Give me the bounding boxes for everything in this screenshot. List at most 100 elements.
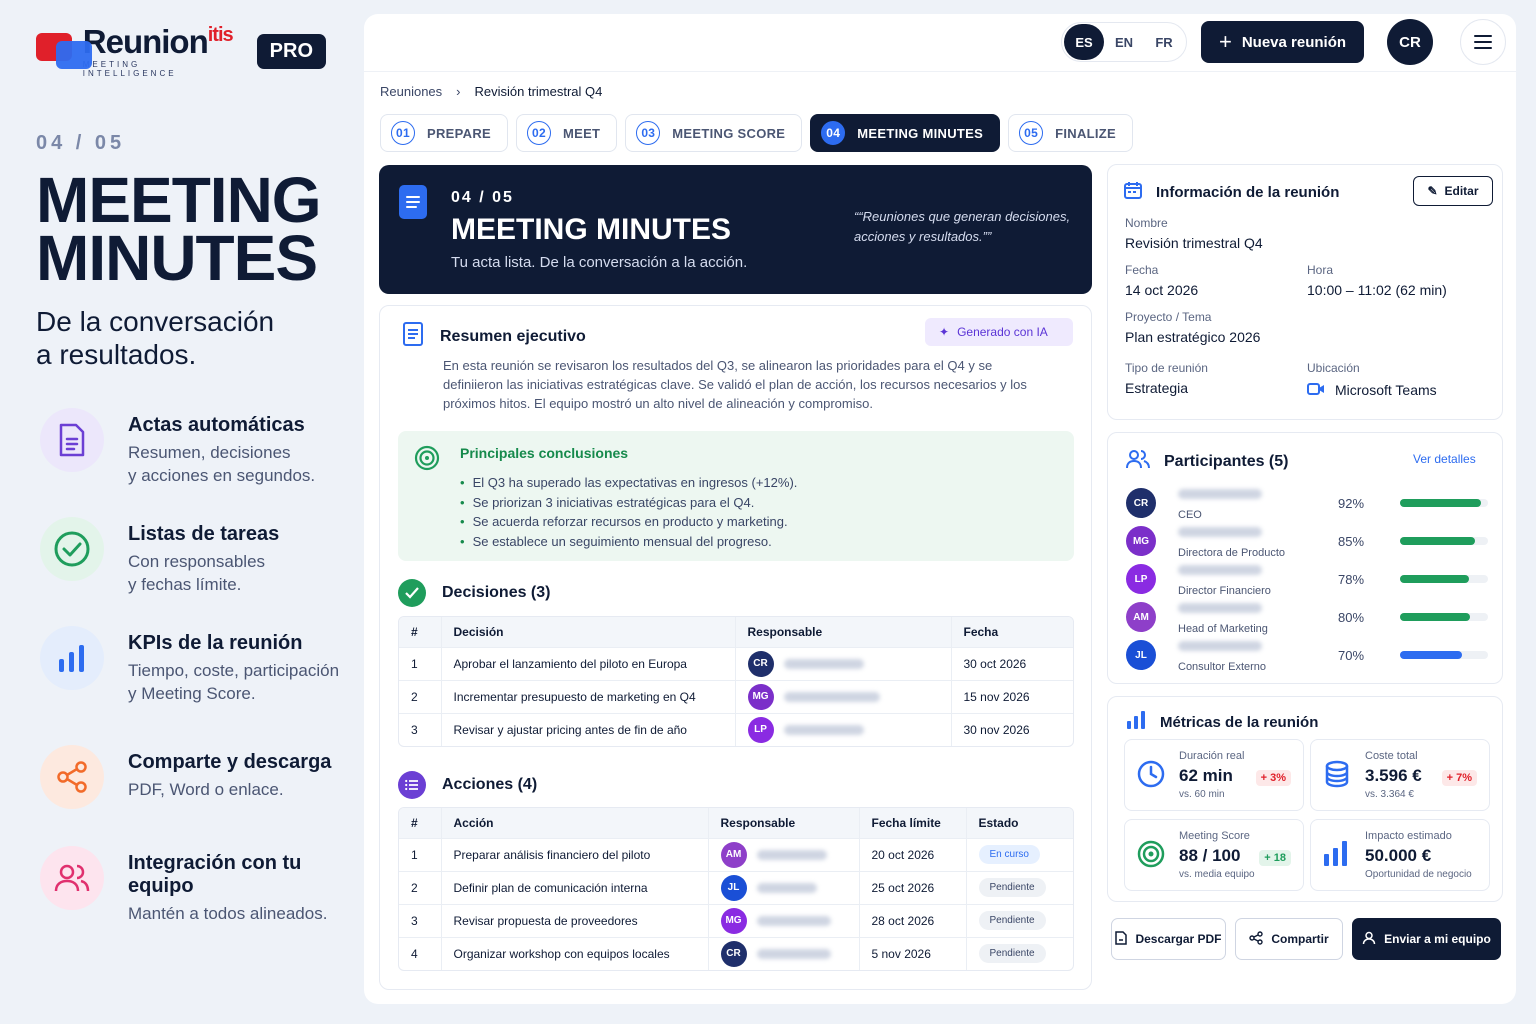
info-location: Microsoft Teams	[1335, 382, 1437, 398]
action-text: Definir plan de comunicación interna	[440, 870, 708, 904]
participation-bar-fill	[1400, 651, 1462, 659]
column-header: Responsable	[734, 617, 951, 647]
download-pdf-label: Descargar PDF	[1135, 932, 1222, 946]
participant-row[interactable]: MG Directora de Producto 85%	[1126, 523, 1488, 559]
avatar: AM	[1126, 602, 1156, 632]
column-header: Decisión	[440, 617, 735, 647]
avatar: MG	[747, 683, 774, 710]
pro-badge: PRO	[256, 33, 326, 69]
tab-number: 01	[391, 121, 415, 145]
participation-percent: 70%	[1338, 647, 1365, 663]
row-number: 1	[399, 646, 441, 680]
row-number: 3	[399, 903, 441, 937]
decision-text: Incrementar presupuesto de marketing en …	[440, 679, 735, 713]
participation-bar-fill	[1400, 499, 1481, 507]
tab-meeting-minutes[interactable]: 04 MEETING MINUTES	[810, 114, 1001, 152]
info-label: Nombre	[1125, 216, 1168, 230]
info-date: 14 oct 2026	[1125, 282, 1199, 298]
feature-desc: Con responsables	[128, 552, 266, 571]
feature-item: Comparte y descarga PDF, Word o enlace.	[40, 745, 360, 809]
table-row[interactable]: 2 Definir plan de comunicación interna JL 2…	[399, 870, 1073, 904]
info-project: Plan estratégico 2026	[1125, 329, 1261, 345]
download-pdf-button[interactable]: Descargar PDF	[1111, 918, 1226, 960]
metric-delta: + 3%	[1255, 770, 1291, 786]
table-row[interactable]: 3 Revisar propuesta de proveedores MG 28 oc…	[399, 903, 1073, 937]
tab-finalize[interactable]: 05 FINALIZE	[1008, 114, 1134, 152]
info-label: Hora	[1307, 263, 1334, 277]
list-icon	[398, 771, 426, 799]
column-header: Estado	[965, 808, 1073, 838]
chevron-right-icon: ›	[456, 84, 461, 99]
lang-fr[interactable]: FR	[1144, 24, 1184, 60]
feature-item: KPIs de la reunión Tiempo, coste, partici…	[40, 626, 360, 705]
redacted-name	[783, 658, 864, 669]
clock-icon	[1137, 760, 1165, 793]
participant-row[interactable]: AM Head of Marketing 80%	[1126, 599, 1488, 635]
metric-cost: Coste total 3.596 € vs. 3.364 € + 7%	[1310, 739, 1490, 811]
user-avatar[interactable]: CR	[1387, 19, 1433, 65]
row-number: 2	[399, 679, 441, 713]
participant-row[interactable]: CR CEO 92%	[1126, 485, 1488, 521]
redacted-name	[1178, 488, 1262, 499]
action-due-date: 25 oct 2026	[858, 870, 966, 904]
hamburger-menu-icon[interactable]	[1460, 19, 1506, 65]
hero-title: MEETING MINUTES	[451, 213, 732, 246]
participant-row[interactable]: LP Director Financiero 78%	[1126, 561, 1488, 597]
metric-value: 3.596 €	[1365, 766, 1422, 785]
avatar: MG	[720, 907, 747, 934]
status-badge: Pendiente	[978, 944, 1046, 964]
participant-row[interactable]: JL Consultor Externo 70%	[1126, 637, 1488, 673]
action-text: Organizar workshop con equipos locales	[440, 936, 708, 970]
info-label: Ubicación	[1307, 361, 1360, 375]
participation-bar	[1400, 613, 1488, 621]
share-button[interactable]: Compartir	[1235, 918, 1343, 960]
metric-label: Impacto estimado	[1365, 830, 1452, 842]
table-row[interactable]: 1 Preparar análisis financiero del piloto…	[399, 837, 1073, 871]
intro-step: 04 / 05	[36, 132, 126, 154]
table-row[interactable]: 2 Incrementar presupuesto de marketing en…	[399, 679, 1073, 713]
edit-button[interactable]: ✎ Editar	[1413, 176, 1493, 206]
row-number: 3	[399, 712, 441, 746]
row-number: 1	[399, 837, 441, 871]
metric-sub: vs. 60 min	[1179, 789, 1225, 800]
redacted-name	[783, 691, 880, 702]
step-tabs: 01 PREPARE 02 MEET 03 MEETING SCORE 04 MEETI…	[380, 114, 1134, 152]
tab-prepare[interactable]: 01 PREPARE	[380, 114, 508, 152]
view-details-link[interactable]: Ver detalles	[1413, 452, 1476, 466]
send-to-team-button[interactable]: Enviar a mi equipo	[1352, 918, 1501, 960]
action-due-date: 28 oct 2026	[858, 903, 966, 937]
tab-meet[interactable]: 02 MEET	[515, 114, 618, 152]
participation-bar	[1400, 575, 1488, 583]
redacted-name	[1178, 564, 1262, 575]
new-meeting-label: Nueva reunión	[1241, 33, 1347, 51]
metric-label: Duración real	[1179, 750, 1245, 762]
participant-role: Director Financiero	[1178, 585, 1271, 597]
lang-en[interactable]: EN	[1104, 24, 1144, 60]
check-circle-icon	[40, 517, 104, 581]
summary-text: En esta reunión se revisaron los resulta…	[443, 358, 1027, 411]
redacted-name	[756, 882, 817, 893]
participation-percent: 92%	[1338, 495, 1365, 511]
redacted-name	[1178, 526, 1262, 537]
tab-meeting-score[interactable]: 03 MEETING SCORE	[625, 114, 803, 152]
avatar: LP	[747, 716, 774, 743]
tab-number: 04	[821, 121, 846, 145]
metric-sub: vs. media equipo	[1179, 869, 1255, 880]
table-row[interactable]: 3 Revisar y ajustar pricing antes de fin …	[399, 712, 1073, 746]
bar-chart-icon	[1126, 711, 1146, 734]
breadcrumb-root[interactable]: Reuniones	[380, 84, 442, 99]
tab-label: FINALIZE	[1055, 125, 1117, 141]
lang-es[interactable]: ES	[1064, 24, 1104, 60]
decision-date: 15 nov 2026	[950, 679, 1073, 713]
new-meeting-button[interactable]: + Nueva reunión	[1201, 21, 1364, 63]
document-icon	[399, 185, 427, 219]
list-item: Se establece un seguimiento mensual del …	[460, 532, 797, 552]
intro-title-line1: MEETING	[36, 164, 322, 236]
table-row[interactable]: 4 Organizar workshop con equipos locales C…	[399, 936, 1073, 970]
conclusions-box: Principales conclusiones El Q3 ha supera…	[398, 431, 1074, 561]
tab-label: MEETING SCORE	[672, 125, 786, 141]
ai-badge-label: Generado con IA	[957, 325, 1048, 339]
table-row[interactable]: 1 Aprobar el lanzamiento del piloto en Eu…	[399, 646, 1073, 680]
participation-percent: 78%	[1338, 571, 1365, 587]
participation-bar-fill	[1400, 613, 1471, 621]
